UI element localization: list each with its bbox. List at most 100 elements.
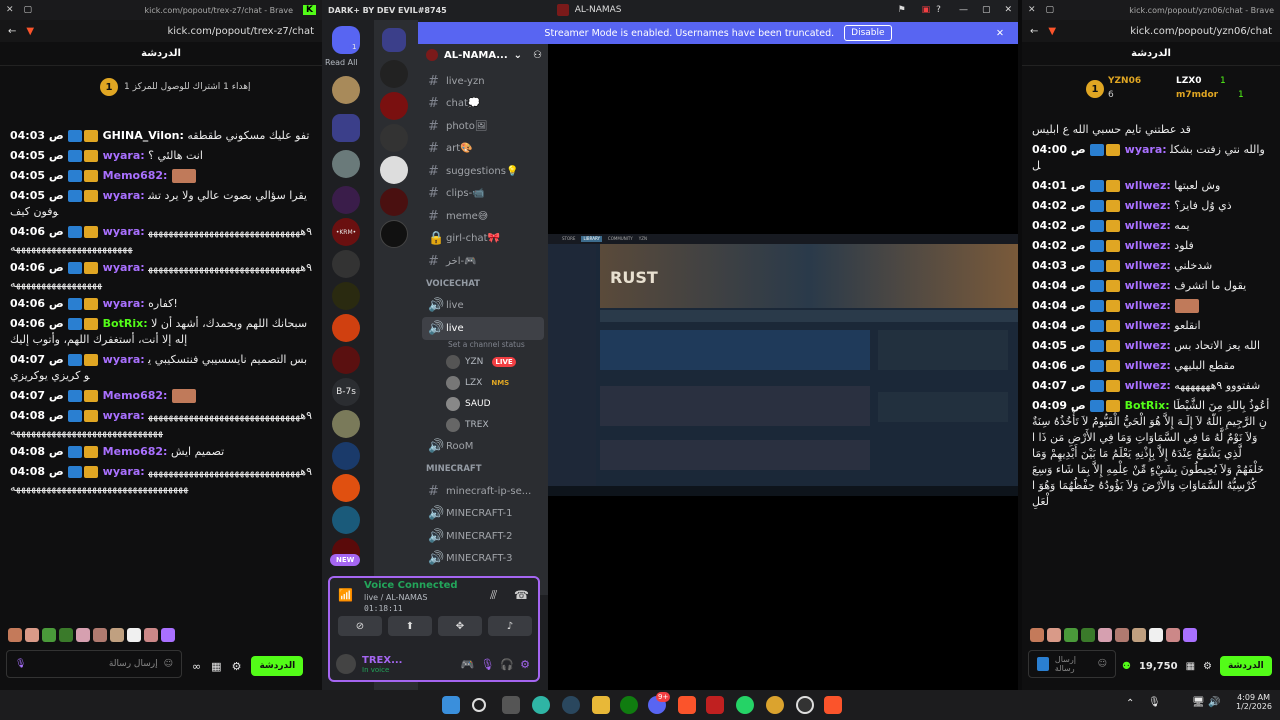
right-emote-button[interactable] [1037,657,1049,671]
guild-avatar-3[interactable] [332,186,360,214]
right-url-bar[interactable]: ← ▼ kick.com/popout/yzn06/chat [1022,20,1280,42]
message-username[interactable]: wyara: [103,409,145,422]
user-avatar[interactable] [336,654,356,674]
message-username[interactable]: wyara: [103,225,145,238]
message-username[interactable]: wyara: [103,297,145,310]
message-username[interactable]: BotRix: [1125,399,1170,412]
minecraft-channel[interactable]: 🔊 MINECRAFT-1 [418,503,548,526]
brave-icon-2[interactable] [824,696,842,714]
voicechat-category[interactable]: VOICECHAT [418,273,548,295]
message-username[interactable]: BotRix: [103,317,148,330]
voice-channel-active[interactable]: 🔊 live [422,317,544,340]
text-channel[interactable]: # clips-📹 [418,183,548,206]
folder-guild-1[interactable] [380,60,408,88]
guild-avatar-9[interactable] [332,442,360,470]
message-username[interactable]: wllwez: [1125,179,1171,192]
text-channel[interactable]: # meme😅 [418,205,548,228]
voice-channel[interactable]: 🔊 live [418,295,548,318]
settings-gear-icon[interactable]: ⚙ [232,660,242,673]
left-chat-send-button[interactable]: الدردشة [251,656,304,676]
maximize-icon[interactable]: ▢ [982,5,991,15]
headphones-icon[interactable]: 🎧 [500,658,514,671]
whatsapp-icon[interactable] [736,696,754,714]
infinity-icon[interactable]: ∞ [192,660,201,673]
right-chat-send-button[interactable]: الدردشة [1219,656,1272,676]
guild-avatar-1[interactable] [332,76,360,104]
message-username[interactable]: wllwez: [1125,359,1171,372]
right-emoji-icon[interactable]: ☺ [1098,659,1107,669]
back-arrow-icon[interactable]: ← [8,26,16,37]
message-username[interactable]: wllwez: [1125,339,1171,352]
clock[interactable]: 4:09 AM 1/2/2026 [1236,693,1272,711]
left-url-text[interactable]: kick.com/popout/trex-z7/chat [167,26,314,37]
message-username[interactable]: wyara: [103,465,145,478]
activities-button[interactable]: ✥ [438,616,482,636]
folder-guild-2[interactable] [380,92,408,120]
text-channel[interactable]: # live-yzn [418,70,548,93]
user-settings-icon[interactable]: ⚙ [520,658,530,671]
right-gift-icon[interactable]: ▦ [1186,661,1195,672]
message-username[interactable]: wllwez: [1125,239,1171,252]
text-channel[interactable]: # suggestions💡 [418,160,548,183]
search-icon[interactable] [472,698,486,712]
signal-icon[interactable]: 📶 [338,588,353,602]
message-username[interactable]: wyara: [103,353,145,366]
guild-b7s[interactable]: B-7s [332,378,360,406]
voice-location[interactable]: live / AL-NAMAS [364,593,427,602]
minecraft-channel[interactable]: 🔊 MINECRAFT-3 [418,548,548,571]
minecraft-channel[interactable]: # minecraft-ip-se... [418,480,548,503]
left-tab-close-icon[interactable]: ✕ [6,5,14,15]
right-back-arrow-icon[interactable]: ← [1030,26,1038,37]
guild-avatar-7[interactable] [332,346,360,374]
text-channel[interactable]: 🔒 girl-chat🎀 [418,228,548,251]
folder-icon[interactable] [382,28,406,52]
windows-start-icon[interactable] [442,696,460,714]
tray-chevron-icon[interactable]: ⌃ [1126,698,1134,709]
message-username[interactable]: wyara: [103,261,145,274]
gift-icon[interactable]: ▦ [211,660,221,673]
edge-icon[interactable] [532,696,550,714]
guild-avatar-8[interactable] [332,410,360,438]
controller-icon[interactable]: 🎮 [461,658,475,671]
obs-icon[interactable] [796,696,814,714]
voice-user[interactable]: LZX NMS [418,373,548,394]
text-channel[interactable]: # اخر-🎮 [418,250,548,273]
emoji-icon[interactable]: ☺ [164,659,173,669]
minecraft-category[interactable]: MINECRAFT [418,458,548,480]
guild-avatar-10[interactable] [332,474,360,502]
microphone-icon[interactable]: 🎙 [480,658,494,671]
inbox-icon[interactable]: ⚑ [898,5,906,15]
voice-channel-room[interactable]: 🔊 RooM [418,436,548,459]
guild-avatar-5[interactable] [332,282,360,310]
message-username[interactable]: wllwez: [1125,319,1171,332]
message-username[interactable]: wyara: [103,149,145,162]
left-tab-square-icon[interactable]: ▢ [24,5,33,15]
brave-icon[interactable] [678,696,696,714]
message-username[interactable]: wllwez: [1125,379,1171,392]
xbox-icon[interactable] [620,696,638,714]
tray-network-icon[interactable]: 🖥 [1192,697,1205,708]
text-channel[interactable]: # photo🖼 [418,115,548,138]
close-window-icon[interactable]: ✕ [1004,5,1012,15]
brave-shield-icon[interactable]: ▼ [26,26,34,37]
left-emote-bar[interactable] [0,628,183,642]
add-member-icon[interactable]: ⚇ [533,50,542,61]
guild-avatar-4[interactable] [332,250,360,278]
app-icon-red[interactable] [706,696,724,714]
folder-guild-4[interactable] [380,156,408,184]
message-username[interactable]: wllwez: [1125,299,1171,312]
guild-folder-icon[interactable] [332,114,360,142]
soundboard-button[interactable]: ♪ [488,616,532,636]
right-settings-gear-icon[interactable]: ⚙ [1203,661,1212,672]
right-tab-close-icon[interactable]: ✕ [1028,5,1036,15]
guild-avatar-2[interactable] [332,150,360,178]
voice-user[interactable]: YZN LIVE [418,352,548,373]
folder-guild-3[interactable] [380,124,408,152]
right-emote-bar[interactable] [1022,628,1205,642]
banner-close-icon[interactable]: ✕ [996,28,1004,39]
guild-avatar-11[interactable] [332,506,360,534]
minimize-icon[interactable]: — [959,5,968,15]
channel-status[interactable]: Set a channel status [418,340,548,352]
server-header[interactable]: AL-NAMA... ⌄ ⚇ [418,44,548,66]
folder-guild-6[interactable] [380,220,408,248]
